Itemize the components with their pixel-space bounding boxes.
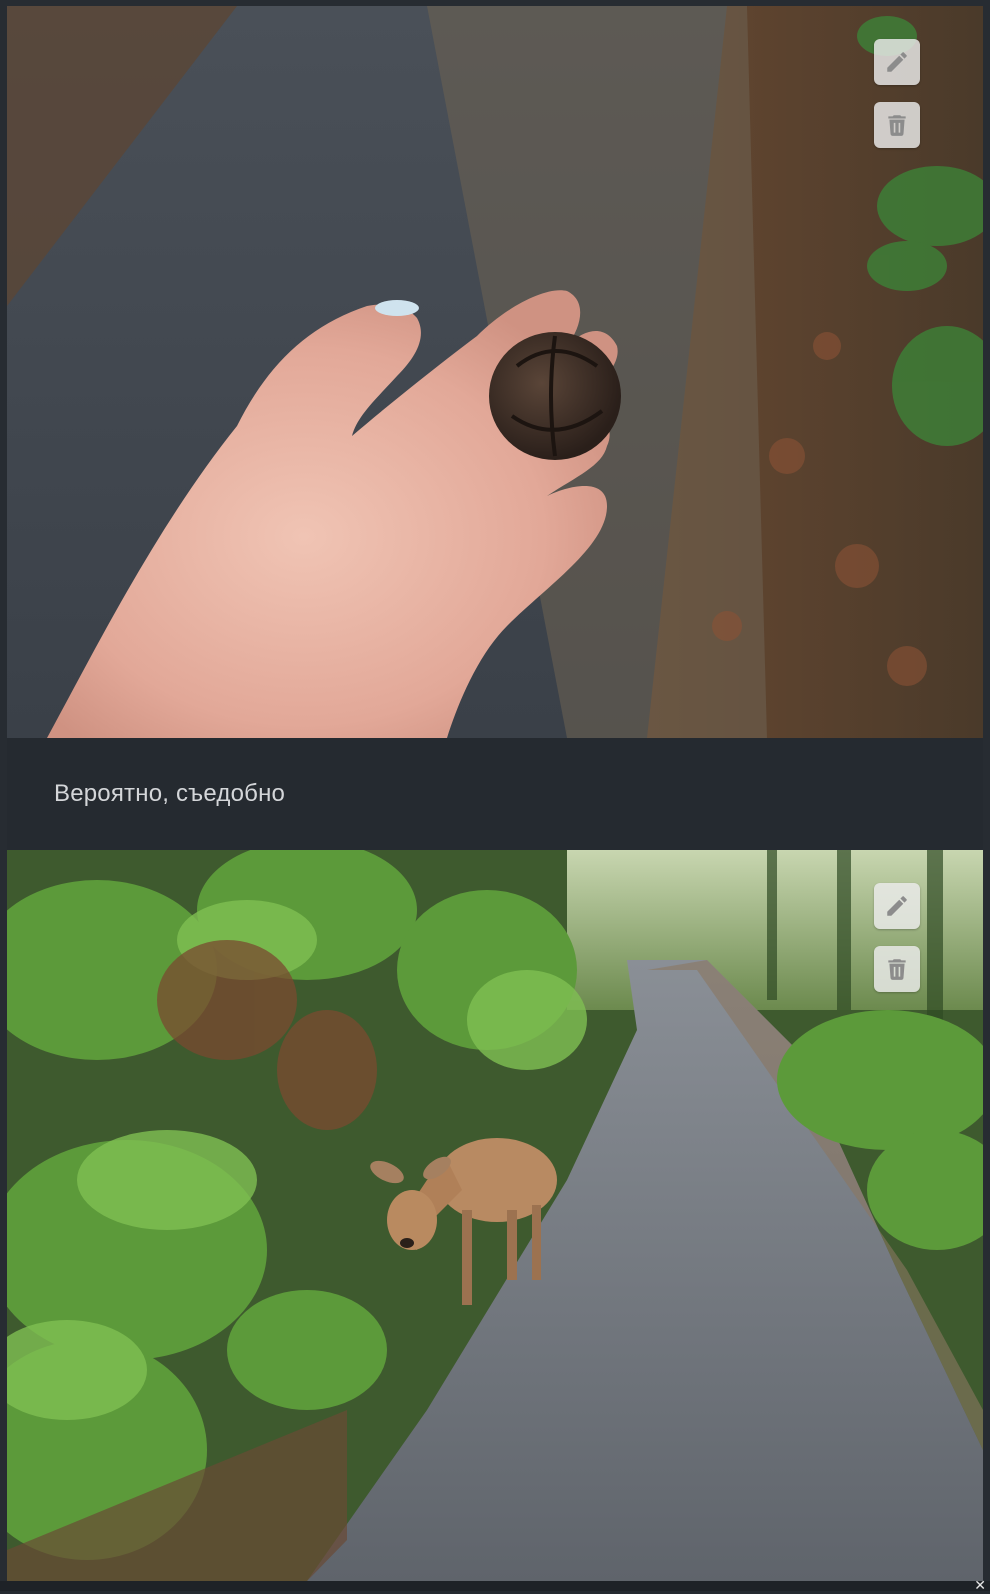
edit-button[interactable] <box>874 39 920 85</box>
photo-hand-with-nut[interactable] <box>7 6 983 738</box>
trash-icon <box>888 959 906 980</box>
post-caption: Вероятно, съедобно <box>54 780 286 807</box>
close-icon[interactable]: ✕ <box>974 1579 986 1593</box>
delete-button[interactable] <box>874 946 920 992</box>
photo-deer-on-road-image <box>7 850 983 1581</box>
pencil-icon <box>887 52 907 72</box>
delete-button[interactable] <box>874 102 920 148</box>
photo-hand-with-nut-image <box>7 6 983 738</box>
edit-button[interactable] <box>874 883 920 929</box>
pencil-icon <box>887 896 907 916</box>
feed-frame: Вероятно, съедобно ✕ <box>0 0 990 1593</box>
bottom-strip <box>0 1581 990 1591</box>
photo-deer-on-road[interactable] <box>7 850 983 1581</box>
caption-band: Вероятно, съедобно <box>7 738 983 850</box>
trash-icon <box>888 115 906 136</box>
